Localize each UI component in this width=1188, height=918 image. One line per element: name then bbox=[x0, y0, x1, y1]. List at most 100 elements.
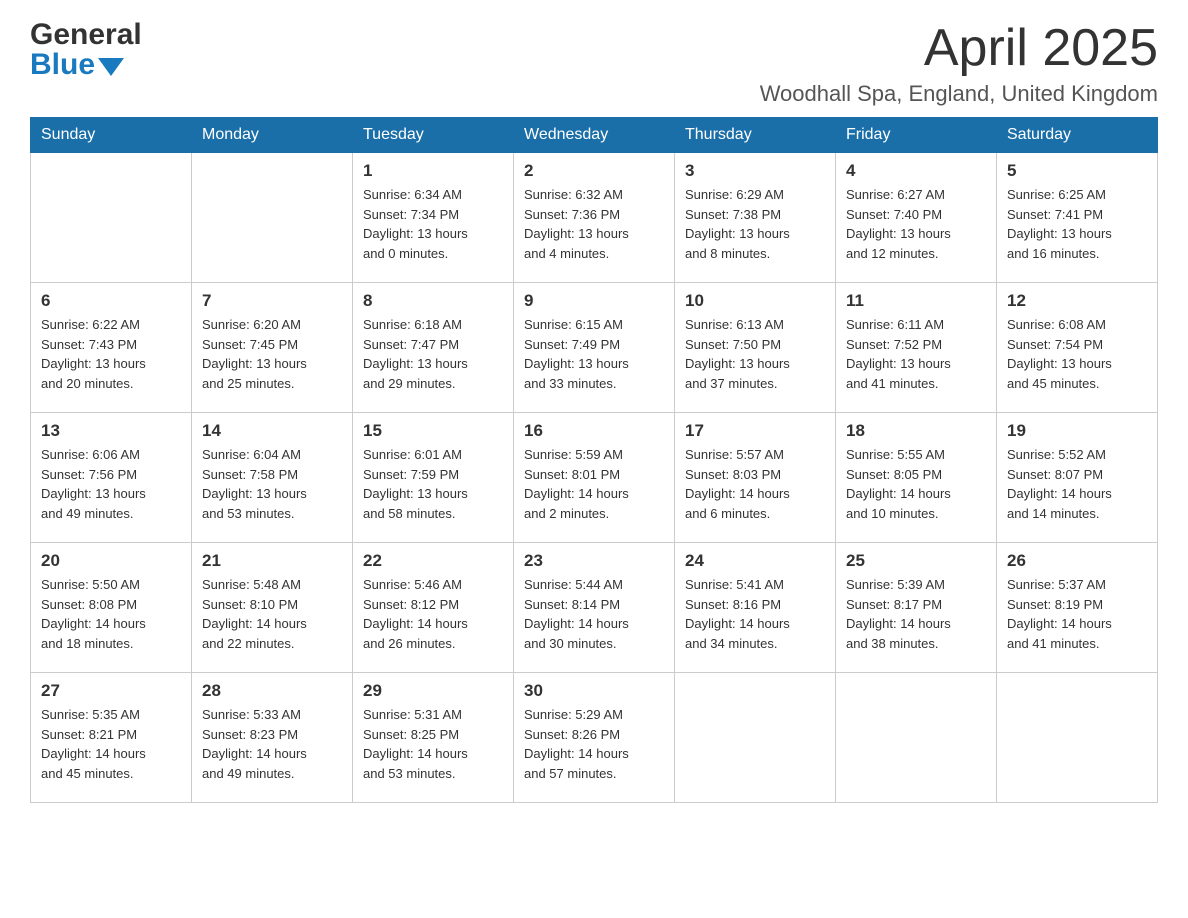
calendar-cell: 24Sunrise: 5:41 AM Sunset: 8:16 PM Dayli… bbox=[675, 543, 836, 673]
week-row-2: 6 Sunrise: 6:22 AM Sunset: 7:43 PM Daylig… bbox=[31, 283, 1158, 413]
title-section: April 2025 Woodhall Spa, England, United… bbox=[760, 20, 1158, 107]
week-row-4: 20Sunrise: 5:50 AM Sunset: 8:08 PM Dayli… bbox=[31, 543, 1158, 673]
day-number: 29 bbox=[363, 681, 503, 701]
day-number: 17 bbox=[685, 421, 825, 441]
day-info: Sunrise: 5:35 AM Sunset: 8:21 PM Dayligh… bbox=[41, 705, 181, 783]
calendar-cell: 9 Sunrise: 6:15 AM Sunset: 7:49 PM Daylig… bbox=[514, 283, 675, 413]
calendar-cell: 11 Sunrise: 6:11 AM Sunset: 7:52 PM Dayli… bbox=[836, 283, 997, 413]
day-number: 19 bbox=[1007, 421, 1147, 441]
day-info: Sunrise: 6:01 AM Sunset: 7:59 PM Dayligh… bbox=[363, 445, 503, 523]
day-info: Sunrise: 6:06 AM Sunset: 7:56 PM Dayligh… bbox=[41, 445, 181, 523]
day-info: Sunrise: 5:48 AM Sunset: 8:10 PM Dayligh… bbox=[202, 575, 342, 653]
day-number: 25 bbox=[846, 551, 986, 571]
calendar-cell: 1 Sunrise: 6:34 AM Sunset: 7:34 PM Daylig… bbox=[353, 153, 514, 283]
day-number: 27 bbox=[41, 681, 181, 701]
day-info: Sunrise: 6:11 AM Sunset: 7:52 PM Dayligh… bbox=[846, 315, 986, 393]
day-number: 1 bbox=[363, 161, 503, 181]
day-info: Sunrise: 5:29 AM Sunset: 8:26 PM Dayligh… bbox=[524, 705, 664, 783]
weekday-header-thursday: Thursday bbox=[675, 118, 836, 153]
page-header: General Blue April 2025 Woodhall Spa, En… bbox=[30, 20, 1158, 107]
week-row-1: 1 Sunrise: 6:34 AM Sunset: 7:34 PM Daylig… bbox=[31, 153, 1158, 283]
calendar-cell: 2Sunrise: 6:32 AM Sunset: 7:36 PM Daylig… bbox=[514, 153, 675, 283]
day-info: Sunrise: 6:25 AM Sunset: 7:41 PM Dayligh… bbox=[1007, 185, 1147, 263]
day-info: Sunrise: 5:31 AM Sunset: 8:25 PM Dayligh… bbox=[363, 705, 503, 783]
calendar-cell: 12 Sunrise: 6:08 AM Sunset: 7:54 PM Dayli… bbox=[997, 283, 1158, 413]
calendar-cell bbox=[836, 673, 997, 803]
day-info: Sunrise: 5:50 AM Sunset: 8:08 PM Dayligh… bbox=[41, 575, 181, 653]
weekday-header-friday: Friday bbox=[836, 118, 997, 153]
calendar-cell: 21 Sunrise: 5:48 AM Sunset: 8:10 PM Dayli… bbox=[192, 543, 353, 673]
day-number: 7 bbox=[202, 291, 342, 311]
calendar-cell: 22 Sunrise: 5:46 AM Sunset: 8:12 PM Dayli… bbox=[353, 543, 514, 673]
day-number: 22 bbox=[363, 551, 503, 571]
day-number: 9 bbox=[524, 291, 664, 311]
day-number: 26 bbox=[1007, 551, 1147, 571]
day-number: 15 bbox=[363, 421, 503, 441]
day-number: 3 bbox=[685, 161, 825, 181]
day-info: Sunrise: 6:29 AM Sunset: 7:38 PM Dayligh… bbox=[685, 185, 825, 263]
calendar-cell: 5 Sunrise: 6:25 AM Sunset: 7:41 PM Daylig… bbox=[997, 153, 1158, 283]
weekday-header-tuesday: Tuesday bbox=[353, 118, 514, 153]
weekday-header-row: SundayMondayTuesdayWednesdayThursdayFrid… bbox=[31, 118, 1158, 153]
day-info: Sunrise: 6:34 AM Sunset: 7:34 PM Dayligh… bbox=[363, 185, 503, 263]
calendar-cell bbox=[192, 153, 353, 283]
day-info: Sunrise: 5:37 AM Sunset: 8:19 PM Dayligh… bbox=[1007, 575, 1147, 653]
weekday-header-saturday: Saturday bbox=[997, 118, 1158, 153]
logo: General Blue bbox=[30, 20, 142, 80]
day-info: Sunrise: 5:39 AM Sunset: 8:17 PM Dayligh… bbox=[846, 575, 986, 653]
calendar-cell: 25 Sunrise: 5:39 AM Sunset: 8:17 PM Dayli… bbox=[836, 543, 997, 673]
calendar-cell: 13 Sunrise: 6:06 AM Sunset: 7:56 PM Dayli… bbox=[31, 413, 192, 543]
day-number: 28 bbox=[202, 681, 342, 701]
calendar-cell: 7 Sunrise: 6:20 AM Sunset: 7:45 PM Daylig… bbox=[192, 283, 353, 413]
day-number: 14 bbox=[202, 421, 342, 441]
day-info: Sunrise: 5:59 AM Sunset: 8:01 PM Dayligh… bbox=[524, 445, 664, 523]
day-info: Sunrise: 6:13 AM Sunset: 7:50 PM Dayligh… bbox=[685, 315, 825, 393]
day-number: 6 bbox=[41, 291, 181, 311]
calendar-cell: 3 Sunrise: 6:29 AM Sunset: 7:38 PM Daylig… bbox=[675, 153, 836, 283]
calendar-cell: 15 Sunrise: 6:01 AM Sunset: 7:59 PM Dayli… bbox=[353, 413, 514, 543]
day-info: Sunrise: 5:46 AM Sunset: 8:12 PM Dayligh… bbox=[363, 575, 503, 653]
day-info: Sunrise: 6:15 AM Sunset: 7:49 PM Dayligh… bbox=[524, 315, 664, 393]
calendar-cell bbox=[997, 673, 1158, 803]
day-number: 8 bbox=[363, 291, 503, 311]
day-number: 21 bbox=[202, 551, 342, 571]
day-info: Sunrise: 6:08 AM Sunset: 7:54 PM Dayligh… bbox=[1007, 315, 1147, 393]
weekday-header-monday: Monday bbox=[192, 118, 353, 153]
logo-triangle-icon bbox=[98, 58, 124, 76]
day-number: 13 bbox=[41, 421, 181, 441]
day-number: 5 bbox=[1007, 161, 1147, 181]
day-number: 4 bbox=[846, 161, 986, 181]
day-info: Sunrise: 6:32 AM Sunset: 7:36 PM Dayligh… bbox=[524, 185, 664, 263]
calendar-cell: 27 Sunrise: 5:35 AM Sunset: 8:21 PM Dayli… bbox=[31, 673, 192, 803]
day-number: 10 bbox=[685, 291, 825, 311]
day-info: Sunrise: 6:22 AM Sunset: 7:43 PM Dayligh… bbox=[41, 315, 181, 393]
day-info: Sunrise: 5:52 AM Sunset: 8:07 PM Dayligh… bbox=[1007, 445, 1147, 523]
calendar-cell: 10 Sunrise: 6:13 AM Sunset: 7:50 PM Dayli… bbox=[675, 283, 836, 413]
calendar-cell: 28Sunrise: 5:33 AM Sunset: 8:23 PM Dayli… bbox=[192, 673, 353, 803]
calendar-cell: 17Sunrise: 5:57 AM Sunset: 8:03 PM Dayli… bbox=[675, 413, 836, 543]
calendar-cell: 23Sunrise: 5:44 AM Sunset: 8:14 PM Dayli… bbox=[514, 543, 675, 673]
calendar-cell: 8Sunrise: 6:18 AM Sunset: 7:47 PM Daylig… bbox=[353, 283, 514, 413]
calendar-title: April 2025 bbox=[760, 20, 1158, 77]
calendar-cell bbox=[675, 673, 836, 803]
day-number: 24 bbox=[685, 551, 825, 571]
day-number: 12 bbox=[1007, 291, 1147, 311]
week-row-5: 27 Sunrise: 5:35 AM Sunset: 8:21 PM Dayli… bbox=[31, 673, 1158, 803]
calendar-cell: 26 Sunrise: 5:37 AM Sunset: 8:19 PM Dayli… bbox=[997, 543, 1158, 673]
day-info: Sunrise: 5:55 AM Sunset: 8:05 PM Dayligh… bbox=[846, 445, 986, 523]
calendar-cell: 16 Sunrise: 5:59 AM Sunset: 8:01 PM Dayli… bbox=[514, 413, 675, 543]
logo-blue-text: Blue bbox=[30, 50, 95, 80]
calendar-cell: 6 Sunrise: 6:22 AM Sunset: 7:43 PM Daylig… bbox=[31, 283, 192, 413]
calendar-cell: 20Sunrise: 5:50 AM Sunset: 8:08 PM Dayli… bbox=[31, 543, 192, 673]
calendar-table: SundayMondayTuesdayWednesdayThursdayFrid… bbox=[30, 117, 1158, 803]
day-number: 30 bbox=[524, 681, 664, 701]
weekday-header-wednesday: Wednesday bbox=[514, 118, 675, 153]
weekday-header-sunday: Sunday bbox=[31, 118, 192, 153]
day-number: 16 bbox=[524, 421, 664, 441]
day-info: Sunrise: 6:27 AM Sunset: 7:40 PM Dayligh… bbox=[846, 185, 986, 263]
day-info: Sunrise: 6:20 AM Sunset: 7:45 PM Dayligh… bbox=[202, 315, 342, 393]
day-number: 11 bbox=[846, 291, 986, 311]
week-row-3: 13 Sunrise: 6:06 AM Sunset: 7:56 PM Dayli… bbox=[31, 413, 1158, 543]
logo-general-text: General bbox=[30, 20, 142, 50]
day-number: 18 bbox=[846, 421, 986, 441]
